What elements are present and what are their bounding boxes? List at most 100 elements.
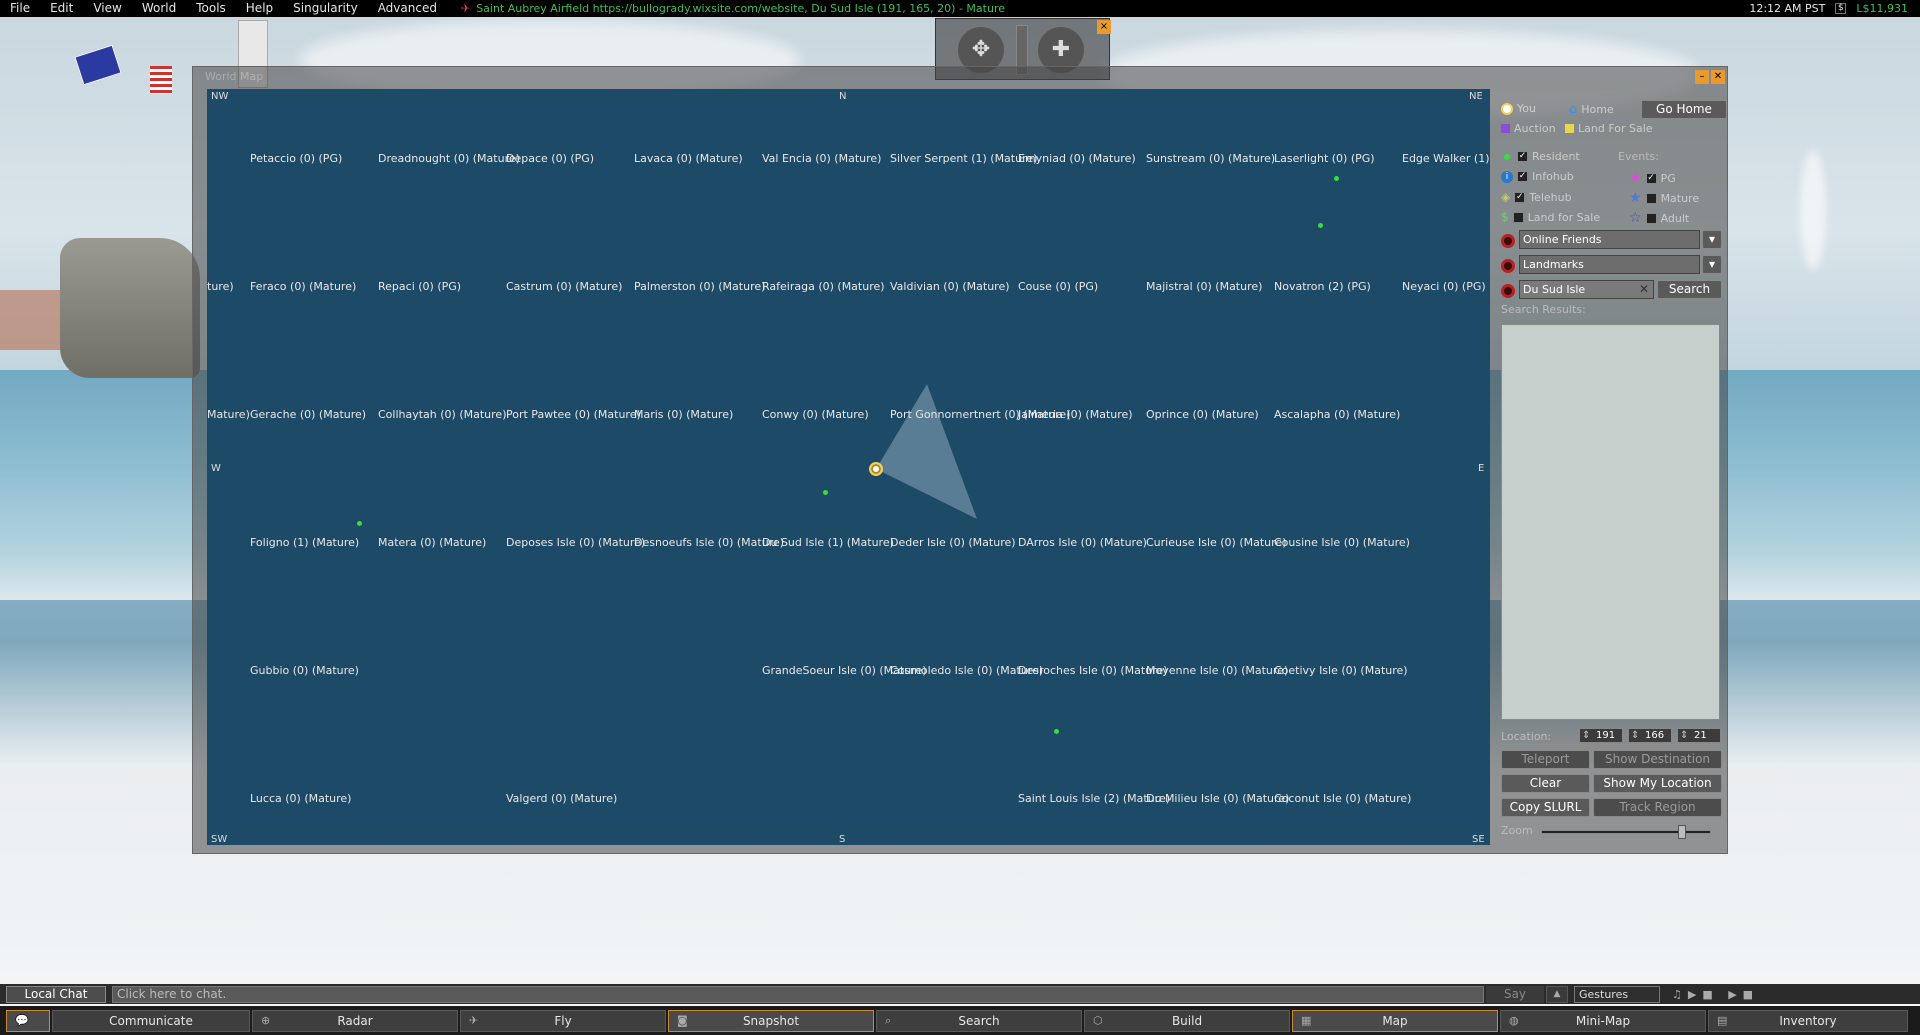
region-label[interactable]: Novatron (2) (PG) [1274, 280, 1371, 293]
close-button[interactable]: ✕ [1711, 70, 1725, 84]
region-label[interactable]: Maris (0) (Mature) [634, 408, 733, 421]
online-friends-combo[interactable]: Online Friends [1519, 230, 1700, 249]
landmarks-dropdown[interactable]: ▾ [1702, 255, 1722, 274]
region-label[interactable]: Moyenne Isle (0) (Mature) [1146, 664, 1288, 677]
region-label[interactable]: Rafeiraga (0) (Mature) [762, 280, 885, 293]
clear-button[interactable]: Clear [1501, 774, 1590, 793]
online-friends-dropdown[interactable]: ▾ [1702, 230, 1722, 249]
location-x-field[interactable]: 191 [1579, 728, 1623, 743]
region-label[interactable]: Laserlight (0) (PG) [1274, 152, 1375, 165]
world-map-view[interactable]: NW N NE W E SW S SE Petaccio (0) (PG) Dr… [207, 89, 1490, 845]
location-y-field[interactable]: 166 [1628, 728, 1672, 743]
teleport-button[interactable]: Teleport [1501, 750, 1590, 769]
toolbar-fly[interactable]: ✈ Fly [460, 1009, 666, 1032]
say-button[interactable]: Say [1486, 985, 1544, 1003]
telehub-checkbox[interactable]: ✓ [1514, 191, 1526, 203]
location-text[interactable]: Saint Aubrey Airfield https://bullogrady… [476, 2, 1005, 15]
region-label[interactable]: Couse (0) (PG) [1018, 280, 1098, 293]
region-label[interactable]: Gerache (0) (Mature) [250, 408, 366, 421]
track-region-button[interactable]: Track Region [1593, 798, 1722, 817]
region-label[interactable]: Conwy (0) (Mature) [762, 408, 869, 421]
region-label[interactable]: Coconut Isle (0) (Mature) [1274, 792, 1411, 805]
filter-telehub[interactable]: ◈ ✓ Telehub [1501, 190, 1572, 204]
buy-currency-icon[interactable]: $ [1835, 3, 1847, 14]
event-adult[interactable]: ☆ Adult [1629, 210, 1689, 226]
toolbar-snapshot[interactable]: ◙ Snapshot [668, 1009, 874, 1032]
gestures-dropdown[interactable]: Gestures [1574, 985, 1660, 1003]
minimize-button[interactable]: – [1695, 70, 1709, 84]
say-options-button[interactable]: ▲ [1546, 985, 1568, 1003]
event-pg[interactable]: ★ ✓ PG [1629, 170, 1676, 186]
region-label[interactable]: Majistral (0) (Mature) [1146, 280, 1262, 293]
toolbar-map[interactable]: ▦ Map [1292, 1009, 1498, 1032]
region-label[interactable]: Du Milieu Isle (0) (Mature) [1146, 792, 1289, 805]
chat-input[interactable]: Click here to chat. [112, 985, 1484, 1003]
region-label[interactable]: Feraco (0) (Mature) [250, 280, 356, 293]
menu-edit[interactable]: Edit [40, 0, 83, 17]
menu-file[interactable]: File [0, 0, 40, 17]
land-for-sale-checkbox[interactable] [1512, 211, 1524, 223]
zoom-slider-thumb[interactable] [1678, 825, 1686, 839]
region-label[interactable]: Dreadnought (0) (Mature) [378, 152, 520, 165]
region-label[interactable]: Emyniad (0) (Mature) [1018, 152, 1136, 165]
region-label[interactable]: Deder Isle (0) (Mature) [890, 536, 1016, 549]
region-label[interactable]: Port Pawtee (0) (Mature) [506, 408, 641, 421]
menu-tools[interactable]: Tools [186, 0, 236, 17]
resident-checkbox[interactable]: ✓ [1517, 151, 1528, 162]
filter-infohub[interactable]: i ✓ Infohub [1501, 170, 1574, 183]
menu-view[interactable]: View [83, 0, 131, 17]
toolbar-radar[interactable]: ⊕ Radar [252, 1009, 458, 1032]
region-label[interactable]: Silver Serpent (1) (Mature) [890, 152, 1037, 165]
menu-world[interactable]: World [132, 0, 186, 17]
region-label[interactable]: Val Encia (0) (Mature) [762, 152, 881, 165]
region-label[interactable]: Matera (0) (Mature) [378, 536, 486, 549]
filter-land-for-sale[interactable]: $ Land for Sale [1501, 210, 1600, 224]
region-label[interactable]: Petaccio (0) (PG) [250, 152, 342, 165]
toolbar-inventory[interactable]: ▤ Inventory [1708, 1009, 1908, 1032]
mature-checkbox[interactable] [1645, 192, 1657, 204]
region-label[interactable]: Collhaytah (0) (Mature) [378, 408, 507, 421]
region-label[interactable]: Du Sud Isle (1) (Mature) [762, 536, 894, 549]
region-label[interactable]: Deposes Isle (0) (Mature) [506, 536, 645, 549]
region-label[interactable]: Jalmeria (0) (Mature) [1018, 408, 1133, 421]
region-label[interactable]: Sunstream (0) (Mature) [1146, 152, 1275, 165]
region-label[interactable]: Curieuse Isle (0) (Mature) [1146, 536, 1287, 549]
world-map-titlebar[interactable]: World Map – ✕ [193, 67, 1727, 87]
location-display[interactable]: ✈ Saint Aubrey Airfield https://bullogra… [461, 2, 1005, 15]
search-button[interactable]: Search [1657, 280, 1722, 299]
media-controls[interactable]: ♫▶■ ▶■ [1672, 988, 1759, 1001]
region-label[interactable]: ture) [207, 280, 234, 293]
region-label[interactable]: Mature) [207, 408, 250, 421]
region-label[interactable]: Repaci (0) (PG) [378, 280, 461, 293]
pg-checkbox[interactable]: ✓ [1645, 172, 1657, 184]
region-label[interactable]: Castrum (0) (Mature) [506, 280, 622, 293]
region-label[interactable]: Depace (0) (PG) [506, 152, 594, 165]
location-z-field[interactable]: 21 [1677, 728, 1721, 743]
region-label[interactable]: DArros Isle (0) (Mature) [1018, 536, 1147, 549]
menu-singularity[interactable]: Singularity [283, 0, 368, 17]
region-label[interactable]: Edge Walker (1) (PG) [1402, 152, 1490, 165]
landmarks-combo[interactable]: Landmarks [1519, 255, 1700, 274]
region-label[interactable]: Neyaci (0) (PG) [1402, 280, 1486, 293]
local-chat-button[interactable]: Local Chat [6, 985, 106, 1003]
region-label[interactable]: Palmerston (0) (Mature) [634, 280, 765, 293]
toolbar-build[interactable]: ⬡ Build [1084, 1009, 1290, 1032]
adult-checkbox[interactable] [1645, 212, 1657, 224]
go-home-button[interactable]: Go Home [1641, 100, 1727, 119]
region-label[interactable]: Gubbio (0) (Mature) [250, 664, 359, 677]
region-label[interactable]: Coetivy Isle (0) (Mature) [1274, 664, 1408, 677]
region-label[interactable]: Valdivian (0) (Mature) [890, 280, 1010, 293]
toolbar-mini-map[interactable]: ◍ Mini-Map [1500, 1009, 1706, 1032]
zoom-slider[interactable] [1541, 825, 1711, 839]
chat-history-button[interactable]: 💬 [6, 1009, 50, 1032]
region-label[interactable]: Ascalapha (0) (Mature) [1274, 408, 1400, 421]
region-label[interactable]: Foligno (1) (Mature) [250, 536, 359, 549]
toolbar-communicate[interactable]: Communicate [52, 1009, 250, 1032]
copy-slurl-button[interactable]: Copy SLURL [1501, 798, 1590, 817]
region-label[interactable]: Cousine Isle (0) (Mature) [1274, 536, 1410, 549]
menu-advanced[interactable]: Advanced [368, 0, 447, 17]
search-results-list[interactable] [1501, 324, 1720, 720]
event-mature[interactable]: ★ Mature [1629, 190, 1699, 206]
region-label[interactable]: Oprince (0) (Mature) [1146, 408, 1259, 421]
filter-resident[interactable]: ✓ Resident [1501, 150, 1580, 163]
